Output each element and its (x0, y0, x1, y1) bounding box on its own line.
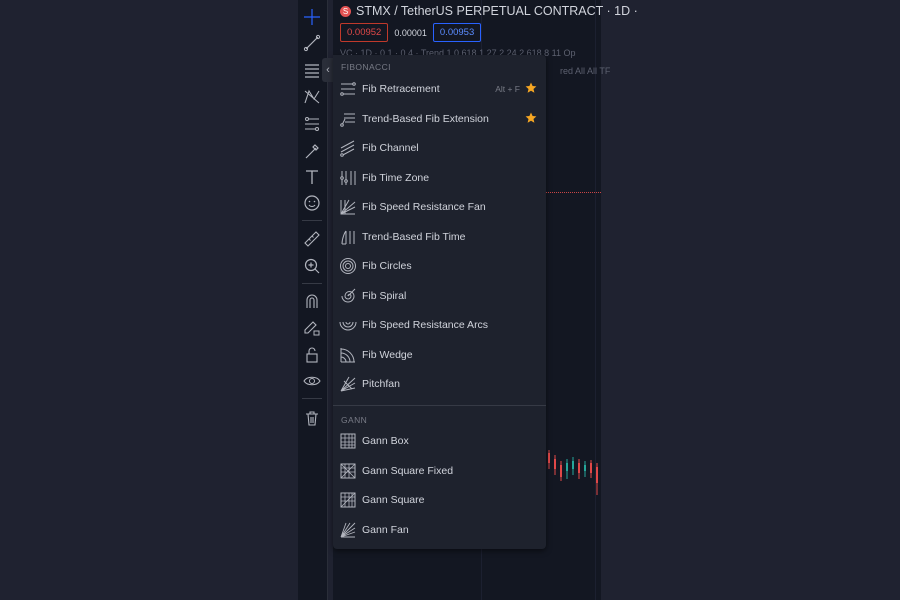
menu-item-label: Fib Circles (362, 260, 412, 272)
candle (548, 450, 550, 469)
spread-value: 0.00001 (394, 27, 427, 38)
left-margin (0, 0, 298, 600)
menu-item-trend-based-fib-time[interactable]: Trend-Based Fib Time (333, 223, 546, 251)
favorite-star-icon[interactable] (525, 82, 537, 94)
menu-item-label: Gann Box (362, 435, 409, 447)
menu-item-label: Gann Square (362, 494, 425, 506)
zoom-icon[interactable] (301, 255, 323, 277)
gann-fan-icon (338, 520, 358, 540)
candle (566, 459, 568, 479)
symbol-title[interactable]: STMX / TetherUS PERPETUAL CONTRACT · 1D … (356, 4, 638, 18)
candle (554, 455, 556, 475)
gann-section-title: GANN (341, 415, 368, 425)
fib-wedge-icon (338, 345, 358, 365)
candle (578, 459, 580, 479)
fib-tools-icon[interactable] (301, 59, 323, 81)
ruler-icon[interactable] (301, 228, 323, 250)
menu-item-fib-speed-resistance-arcs[interactable]: Fib Speed Resistance Arcs (333, 311, 546, 339)
toolbar-separator (302, 283, 322, 284)
pitchfan-icon (338, 374, 358, 394)
menu-item-label: Fib Channel (362, 142, 419, 154)
gann-box-icon (338, 431, 358, 451)
gann-square-fixed-icon (338, 461, 358, 481)
trade-buttons: 0.00952 0.00001 0.00953 (340, 23, 482, 42)
candle (572, 457, 574, 475)
toolbar-separator (302, 220, 322, 221)
candle (590, 460, 592, 478)
menu-item-label: Gann Fan (362, 524, 409, 536)
menu-item-fib-circles[interactable]: Fib Circles (333, 252, 546, 280)
buy-button[interactable]: 0.00953 (432, 23, 482, 42)
hotkey-label: Alt + F (495, 84, 520, 94)
fib-circles-icon (338, 256, 358, 276)
menu-item-label: Trend-Based Fib Extension (362, 113, 489, 125)
menu-item-gann-fan[interactable]: Gann Fan (333, 516, 546, 544)
lock-icon[interactable] (301, 344, 323, 366)
text-icon[interactable] (301, 166, 323, 188)
crosshair-icon[interactable] (301, 6, 323, 28)
patterns-icon[interactable] (301, 86, 323, 108)
trend-based-fib-time-icon (338, 227, 358, 247)
trend-based-fib-extension-icon (338, 109, 358, 129)
lock-drawing-icon[interactable] (301, 317, 323, 339)
drawing-toolbar (298, 0, 328, 600)
right-margin (601, 0, 900, 600)
fib-time-zone-icon (338, 168, 358, 188)
magnet-icon[interactable] (301, 290, 323, 312)
trend-line-icon[interactable] (301, 32, 323, 54)
trash-icon[interactable] (301, 407, 323, 429)
fib-gann-dropdown: FIBONACCI Fib Retracement Alt + F Trend-… (333, 55, 546, 549)
indicator-legend-2[interactable]: red All All TF (560, 66, 610, 76)
menu-item-fib-channel[interactable]: Fib Channel (333, 134, 546, 162)
fib-speed-resistance-arcs-icon (338, 315, 358, 335)
menu-item-fib-speed-resistance-fan[interactable]: Fib Speed Resistance Fan (333, 193, 546, 221)
gann-square-icon (338, 490, 358, 510)
candles (548, 450, 598, 495)
menu-item-label: Fib Speed Resistance Fan (362, 201, 486, 213)
favorite-star-icon[interactable] (525, 112, 537, 124)
chart-header: S STMX / TetherUS PERPETUAL CONTRACT · 1… (340, 4, 638, 18)
menu-item-label: Fib Spiral (362, 290, 407, 302)
candle (596, 463, 598, 495)
menu-item-gann-square-fixed[interactable]: Gann Square Fixed (333, 457, 546, 485)
price-line (545, 192, 601, 193)
menu-item-label: Pitchfan (362, 378, 400, 390)
menu-separator (333, 405, 546, 406)
fib-retracement-icon (338, 79, 358, 99)
candle (560, 461, 562, 481)
menu-item-fib-retracement[interactable]: Fib Retracement Alt + F (333, 75, 546, 103)
fibonacci-section-title: FIBONACCI (341, 62, 391, 72)
fib-spiral-icon (338, 286, 358, 306)
symbol-logo: S (340, 5, 351, 17)
menu-item-fib-wedge[interactable]: Fib Wedge (333, 341, 546, 369)
menu-item-label: Gann Square Fixed (362, 465, 454, 477)
menu-item-fib-time-zone[interactable]: Fib Time Zone (333, 164, 546, 192)
menu-item-label: Trend-Based Fib Time (362, 231, 466, 243)
menu-item-trend-based-fib-extension[interactable]: Trend-Based Fib Extension (333, 105, 546, 133)
eye-icon[interactable] (301, 370, 323, 392)
sell-button[interactable]: 0.00952 (340, 23, 389, 42)
candle (584, 461, 586, 477)
fib-channel-icon (338, 138, 358, 158)
toolbar-separator (302, 398, 322, 399)
menu-item-label: Fib Retracement (362, 83, 440, 95)
fib-speed-resistance-fan-icon (338, 197, 358, 217)
menu-item-label: Fib Speed Resistance Arcs (362, 319, 489, 331)
menu-item-label: Fib Time Zone (362, 172, 430, 184)
menu-item-gann-square[interactable]: Gann Square (333, 486, 546, 514)
prediction-icon[interactable] (301, 113, 323, 135)
menu-item-fib-spiral[interactable]: Fib Spiral (333, 282, 546, 310)
brush-icon[interactable] (301, 140, 323, 162)
menu-item-gann-box[interactable]: Gann Box (333, 427, 546, 455)
menu-item-label: Fib Wedge (362, 349, 413, 361)
menu-item-pitchfan[interactable]: Pitchfan (333, 370, 546, 398)
emoji-icon[interactable] (301, 192, 323, 214)
